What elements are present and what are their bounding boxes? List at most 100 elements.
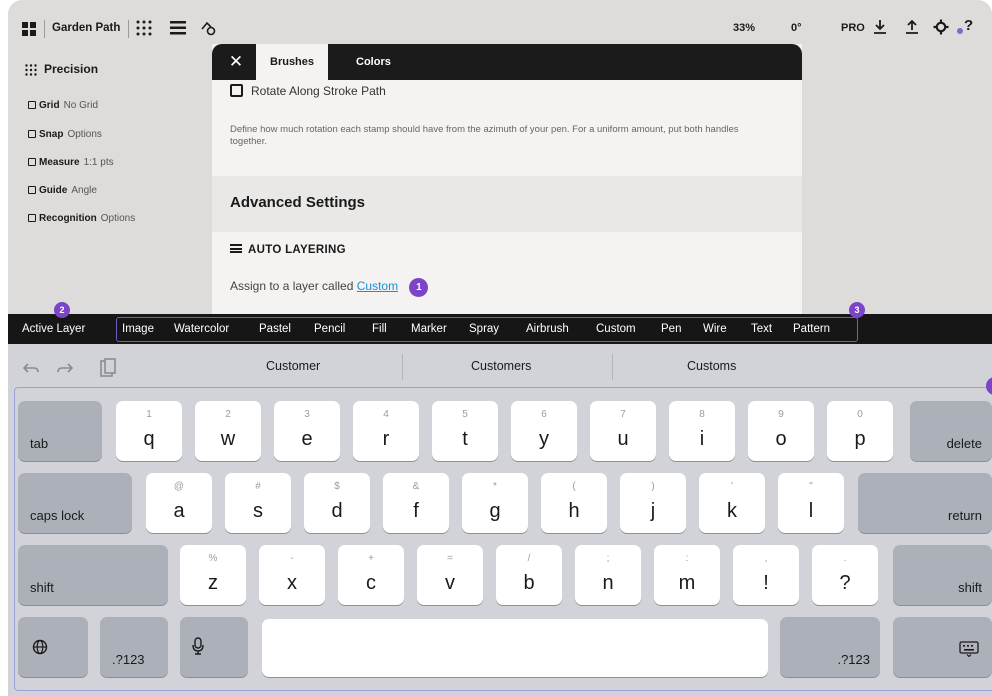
numbers-key-right[interactable]: .?123 bbox=[780, 617, 880, 677]
brush-spray[interactable]: Spray bbox=[469, 323, 499, 335]
menu-icon[interactable] bbox=[170, 21, 186, 35]
key-y[interactable]: 6y bbox=[511, 401, 577, 461]
assign-layer-row: Assign to a layer called Custom 1 bbox=[230, 278, 429, 297]
key-r[interactable]: 4r bbox=[353, 401, 419, 461]
key-?[interactable]: .? bbox=[812, 545, 878, 605]
shift-key-right[interactable]: shift bbox=[893, 545, 992, 605]
precision-item-recognition[interactable]: Recognition Options bbox=[28, 213, 135, 224]
upload-icon[interactable] bbox=[904, 19, 920, 35]
shapes-icon[interactable] bbox=[200, 20, 216, 36]
checkbox-icon bbox=[28, 130, 36, 138]
key-f[interactable]: & f bbox=[383, 473, 449, 533]
tab-brushes[interactable]: Brushes bbox=[256, 44, 329, 80]
rotate-along-path-option[interactable]: Rotate Along Stroke Path bbox=[230, 84, 386, 98]
key-t[interactable]: 5t bbox=[432, 401, 498, 461]
key-v[interactable]: = v bbox=[417, 545, 483, 605]
clipboard-icon[interactable] bbox=[100, 358, 116, 378]
key-w[interactable]: 2w bbox=[195, 401, 261, 461]
key-o[interactable]: 9o bbox=[748, 401, 814, 461]
key-p[interactable]: 0p bbox=[827, 401, 893, 461]
key-a[interactable]: @ a bbox=[146, 473, 212, 533]
suggestion-customer[interactable]: Customer bbox=[266, 359, 320, 373]
key-i[interactable]: 8i bbox=[669, 401, 735, 461]
key-alt-label: 6 bbox=[541, 409, 547, 420]
key-k[interactable]: ' k bbox=[699, 473, 765, 533]
globe-key[interactable] bbox=[18, 617, 88, 677]
zoom-level[interactable]: 33% bbox=[733, 22, 755, 34]
key-h[interactable]: (h bbox=[541, 473, 607, 533]
brush-airbrush[interactable]: Airbrush bbox=[526, 323, 569, 335]
precision-item-grid[interactable]: Grid No Grid bbox=[28, 100, 98, 111]
dictation-key[interactable] bbox=[180, 617, 248, 677]
key-s[interactable]: # s bbox=[225, 473, 291, 533]
return-key[interactable]: return bbox=[858, 473, 992, 533]
key-alt-label: 4 bbox=[383, 409, 389, 420]
key-m[interactable]: :m bbox=[654, 545, 720, 605]
delete-key[interactable]: delete bbox=[910, 401, 992, 461]
brush-pencil[interactable]: Pencil bbox=[314, 323, 345, 335]
key-z[interactable]: % z bbox=[180, 545, 246, 605]
brush-pastel[interactable]: Pastel bbox=[259, 323, 291, 335]
numbers-key-left[interactable]: .?123 bbox=[100, 617, 168, 677]
pro-badge[interactable]: PRO bbox=[841, 22, 865, 34]
grid-dots-icon[interactable] bbox=[136, 20, 152, 36]
key-alt-label: 3 bbox=[304, 409, 310, 420]
gallery-grid-icon[interactable] bbox=[22, 22, 36, 36]
key-![interactable]: ,! bbox=[733, 545, 799, 605]
key-e[interactable]: 3e bbox=[274, 401, 340, 461]
rotate-along-path-label: Rotate Along Stroke Path bbox=[251, 84, 386, 98]
key-b[interactable]: / b bbox=[496, 545, 562, 605]
key-c[interactable]: + c bbox=[338, 545, 404, 605]
suggestion-customers[interactable]: Customers bbox=[471, 359, 531, 373]
key-g[interactable]: * g bbox=[462, 473, 528, 533]
key-n[interactable]: ; n bbox=[575, 545, 641, 605]
brush-text[interactable]: Text bbox=[751, 323, 772, 335]
suggestion-customs[interactable]: Customs bbox=[687, 359, 736, 373]
precision-item-measure[interactable]: Measure 1:1 pts bbox=[28, 157, 114, 168]
shift-key-left[interactable]: shift bbox=[18, 545, 168, 605]
key-j[interactable]: ) j bbox=[620, 473, 686, 533]
precision-item-label: Recognition bbox=[39, 213, 97, 224]
brush-image[interactable]: Image bbox=[122, 323, 154, 335]
help-icon[interactable]: ? bbox=[964, 17, 973, 34]
document-name[interactable]: Garden Path bbox=[52, 22, 120, 34]
step-marker-3: 3 bbox=[849, 302, 865, 318]
tab-colors[interactable]: Colors bbox=[342, 44, 405, 80]
redo-icon[interactable] bbox=[56, 362, 74, 376]
help-dot[interactable] bbox=[957, 28, 963, 34]
brush-watercolor[interactable]: Watercolor bbox=[174, 323, 229, 335]
key-u[interactable]: 7u bbox=[590, 401, 656, 461]
brush-marker[interactable]: Marker bbox=[411, 323, 447, 335]
key-x[interactable]: -x bbox=[259, 545, 325, 605]
precision-item-guide[interactable]: Guide Angle bbox=[28, 185, 97, 196]
gear-icon[interactable] bbox=[933, 19, 949, 35]
return-key-label: return bbox=[948, 508, 982, 523]
checkbox-icon[interactable] bbox=[230, 84, 243, 97]
auto-layering-header[interactable]: AUTO LAYERING bbox=[230, 244, 346, 256]
brush-pen[interactable]: Pen bbox=[661, 323, 681, 335]
brush-wire[interactable]: Wire bbox=[703, 323, 727, 335]
brush-fill[interactable]: Fill bbox=[372, 323, 387, 335]
microphone-icon bbox=[192, 637, 204, 655]
tab-key[interactable]: tab bbox=[18, 401, 102, 461]
precision-item-snap[interactable]: Snap Options bbox=[28, 129, 102, 140]
hide-keyboard-key[interactable] bbox=[893, 617, 992, 677]
key-l[interactable]: " l bbox=[778, 473, 844, 533]
key-q[interactable]: 1q bbox=[116, 401, 182, 461]
brush-pattern[interactable]: Pattern bbox=[793, 323, 830, 335]
custom-layer-link[interactable]: Custom bbox=[357, 279, 398, 293]
download-icon[interactable] bbox=[872, 19, 888, 35]
brush-custom[interactable]: Custom bbox=[596, 323, 636, 335]
undo-icon[interactable] bbox=[22, 362, 40, 376]
close-icon[interactable]: ✕ bbox=[226, 52, 246, 72]
rotation-angle[interactable]: 0° bbox=[791, 22, 802, 34]
numbers-key-label: .?123 bbox=[837, 652, 870, 667]
active-layer-button[interactable]: Active Layer bbox=[22, 323, 85, 335]
key-alt-label: . bbox=[843, 553, 847, 564]
space-bar[interactable] bbox=[262, 619, 768, 677]
key-alt-label: ' bbox=[731, 481, 733, 492]
key-d[interactable]: $ d bbox=[304, 473, 370, 533]
caps-lock-key[interactable]: caps lock bbox=[18, 473, 132, 533]
precision-dots-icon bbox=[25, 64, 37, 76]
key-label: z bbox=[208, 572, 218, 594]
